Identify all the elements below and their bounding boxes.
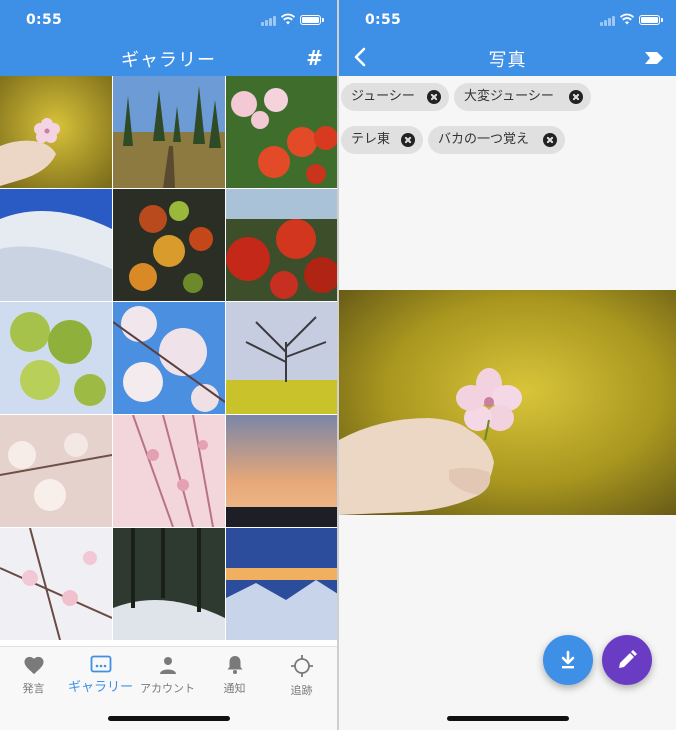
page-title: ギャラリー xyxy=(121,50,216,71)
photo-tile-red-azalea[interactable] xyxy=(226,189,337,301)
edit-button[interactable] xyxy=(602,635,652,685)
signal-icon xyxy=(604,20,607,26)
wifi-icon xyxy=(281,13,295,25)
photo-grid xyxy=(0,76,337,646)
download-button[interactable] xyxy=(543,635,593,685)
nav-label: 通知 xyxy=(223,682,246,695)
cherry-blossom-photo xyxy=(113,302,225,414)
label-tag-icon[interactable] xyxy=(644,50,664,66)
flower-photo xyxy=(339,290,676,515)
heart-icon xyxy=(23,656,44,675)
tag-chip: 大変ジューシー xyxy=(454,83,591,111)
nav-item-tracking[interactable]: 追跡 xyxy=(268,655,335,699)
autumn-leaves-photo xyxy=(113,189,225,301)
gallery-screen: 0:55 ギャラリー # 発言 ギャラリー アカウント 通知 追跡 xyxy=(0,0,337,730)
nav-item-gallery[interactable]: ギャラリー xyxy=(67,655,134,699)
green-blossom-photo xyxy=(0,302,112,414)
photo-tile-cherry-blossom[interactable] xyxy=(113,302,225,414)
tag-chip-label: ジューシー xyxy=(351,89,415,104)
photo-tile-forest-path[interactable] xyxy=(113,76,225,188)
pencil-icon xyxy=(619,650,637,668)
bell-icon xyxy=(227,656,242,674)
nav-item-notifications[interactable]: 通知 xyxy=(201,655,268,699)
nav-item-account[interactable]: アカウント xyxy=(134,655,201,699)
battery-icon xyxy=(300,15,324,25)
wifi-icon xyxy=(620,13,634,25)
home-indicator xyxy=(108,716,230,721)
remove-tag-icon[interactable] xyxy=(401,133,415,147)
status-icons xyxy=(261,13,324,27)
pink-blossom-photo xyxy=(113,415,225,527)
photo-tile-green-blossom[interactable] xyxy=(0,302,112,414)
battery-icon xyxy=(639,15,663,25)
nav-label: 発言 xyxy=(22,682,45,695)
photo-tile-pink-blossom[interactable] xyxy=(113,415,225,527)
signal-icon xyxy=(612,16,615,26)
photo-detail-screen: 0:55 写真 ジューシー 大変ジューシー テレ東 バカの一つ覚え xyxy=(339,0,676,730)
home-indicator xyxy=(447,716,569,721)
mountain-sunrise-photo xyxy=(226,528,337,640)
photo-tile-snow-mountain[interactable] xyxy=(0,189,112,301)
status-time: 0:55 xyxy=(26,12,63,28)
status-icons xyxy=(600,13,663,27)
white-blossom-photo xyxy=(0,528,112,640)
flower-photo xyxy=(0,76,112,188)
tag-chip: バカの一つ覚え xyxy=(428,126,565,154)
tag-chip-label: 大変ジューシー xyxy=(464,89,554,104)
signal-icon xyxy=(265,20,268,26)
signal-icon xyxy=(273,16,276,26)
signal-icon xyxy=(261,22,264,26)
red-azalea-photo xyxy=(226,189,337,301)
white-plum-photo xyxy=(0,415,112,527)
detail-app-bar: 0:55 写真 xyxy=(339,0,676,76)
tag-chip: テレ東 xyxy=(341,126,423,154)
tag-chip-label: バカの一つ覚え xyxy=(438,132,530,147)
remove-tag-icon[interactable] xyxy=(543,133,557,147)
tag-chip: ジューシー xyxy=(341,83,449,111)
gallery-icon xyxy=(90,655,111,673)
bare-tree-photo xyxy=(226,302,337,414)
person-icon xyxy=(159,657,176,674)
page-title: 写真 xyxy=(488,50,527,71)
status-time: 0:55 xyxy=(365,12,402,28)
sunset-city-photo xyxy=(226,415,337,527)
signal-icon xyxy=(608,18,611,26)
signal-icon xyxy=(600,22,603,26)
photo-tile-bare-tree[interactable] xyxy=(226,302,337,414)
remove-tag-icon[interactable] xyxy=(427,90,441,104)
photo-tile-mountain-sunrise[interactable] xyxy=(226,528,337,640)
forest-path-photo xyxy=(113,76,225,188)
photo-tile-white-plum[interactable] xyxy=(0,415,112,527)
snow-mountain-photo xyxy=(0,189,112,301)
snowy-forest-photo xyxy=(113,528,225,640)
photo-tile-snowy-forest[interactable] xyxy=(113,528,225,640)
nav-label: アカウント xyxy=(140,682,195,695)
photo-tile-autumn-leaves[interactable] xyxy=(113,189,225,301)
download-icon xyxy=(561,650,575,669)
signal-icon xyxy=(269,18,272,26)
tag-chip-label: テレ東 xyxy=(351,132,391,147)
remove-tag-icon[interactable] xyxy=(569,90,583,104)
photo-tile-ranunculus[interactable] xyxy=(226,76,337,188)
photo-view xyxy=(339,290,676,515)
nav-label: ギャラリー xyxy=(67,680,133,695)
nav-item-post[interactable]: 発言 xyxy=(0,655,67,699)
photo-tile-flower[interactable] xyxy=(0,76,112,188)
gallery-app-bar: 0:55 ギャラリー # xyxy=(0,0,337,76)
nav-label: 追跡 xyxy=(290,684,313,697)
photo-tile-sunset-city[interactable] xyxy=(226,415,337,527)
ranunculus-photo xyxy=(226,76,337,188)
crosshair-icon xyxy=(290,655,313,677)
hashtag-button[interactable]: # xyxy=(306,46,323,70)
photo-tile-white-blossom[interactable] xyxy=(0,528,112,640)
